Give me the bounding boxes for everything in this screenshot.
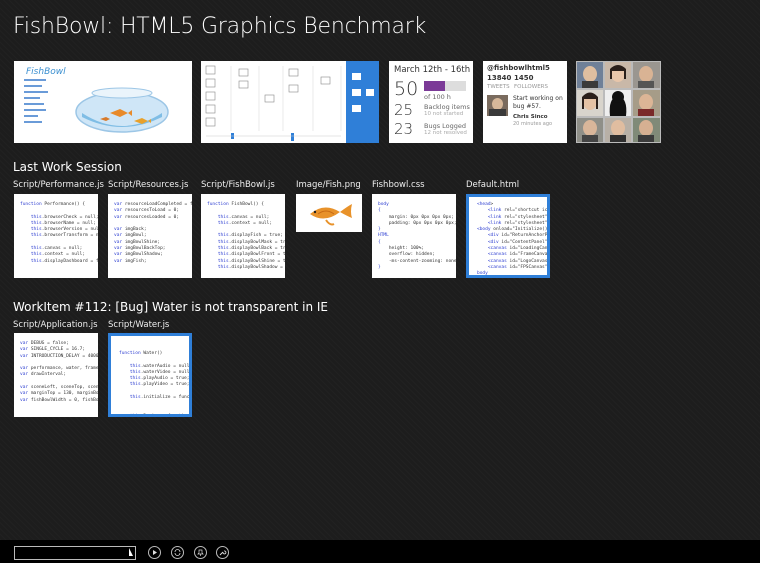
file-label-water: Script/Water.js xyxy=(108,320,170,330)
code-line: var INTRODUCTION_DELAY = 4000; xyxy=(20,353,98,359)
task-board-tile[interactable] xyxy=(201,61,379,143)
file-tile-water[interactable]: function Water() this.waterAudio = null;… xyxy=(108,333,192,417)
sprint-date-range: March 12th - 16th xyxy=(394,65,471,75)
file-label-application: Script/Application.js xyxy=(13,320,98,330)
code-line: var imgFish; xyxy=(114,258,147,264)
code-preview: function Water() this.waterAudio = null;… xyxy=(119,351,192,417)
tweet-time: 20 minutes ago xyxy=(513,121,553,127)
file-tile-default-html[interactable]: <head> <link rel="shortcut icon" <link r… xyxy=(466,194,550,278)
code-line: body xyxy=(477,271,488,277)
hours-of-label: of 100 h xyxy=(424,93,451,101)
play-button[interactable] xyxy=(148,546,161,559)
code-preview: function Performance() { this.browserChe… xyxy=(20,202,98,265)
play-icon xyxy=(153,550,157,555)
code-line: margin: 0px 0px 0px 0px; xyxy=(378,214,454,220)
fishbowl-app-tile[interactable]: FishBowl xyxy=(14,61,192,143)
file-label-fish-png: Image/Fish.png xyxy=(296,180,361,190)
file-label-default-html: Default.html xyxy=(466,180,520,190)
settings-button[interactable] xyxy=(216,546,229,559)
file-label-performance: Script/Performance.js xyxy=(13,180,104,190)
backlog-label: Backlog items xyxy=(424,103,470,111)
hours-value: 50 xyxy=(394,78,419,100)
backlog-value: 25 xyxy=(394,101,414,119)
pin-icon xyxy=(197,549,204,556)
followers-count: 1450 xyxy=(514,74,534,82)
fishbowl-image xyxy=(75,87,169,133)
code-line: this.displayBowlShadow = true; xyxy=(217,264,283,270)
code-line: } xyxy=(378,264,381,270)
sprint-stats-tile[interactable]: March 12th - 16th 50 of 100 h 25 Backlog… xyxy=(389,61,473,143)
backlog-sub: 10 not started xyxy=(424,111,464,117)
code-line: padding: 0px 0px 0px 0px; xyxy=(378,220,456,226)
tweet-status: Start working on bug #57. xyxy=(513,95,563,110)
pin-button[interactable] xyxy=(194,546,207,559)
file-label-fishbowl-css: Fishbowl.css xyxy=(372,180,425,190)
file-tile-application[interactable]: var DEBUG = false; var SINGLE_CYCLE = 16.… xyxy=(14,333,98,417)
page-title: FishBowl: HTML5 Graphics Benchmark xyxy=(13,14,427,39)
task-board-thumbnail xyxy=(205,61,379,143)
fishbowl-sidebar-links xyxy=(24,79,48,123)
hours-progress-fill xyxy=(424,81,445,91)
code-line: this.displayDashboard = false; xyxy=(30,258,98,264)
code-line: this.Resize = function () { xyxy=(129,413,190,417)
refresh-button[interactable] xyxy=(171,546,184,559)
file-label-resources: Script/Resources.js xyxy=(108,180,189,190)
bugs-sub: 12 not resolved xyxy=(424,130,467,136)
fish-image xyxy=(310,204,352,226)
twitter-tile[interactable]: @fishbowlhtml5 13840 TWEETS 1450 FOLLOWE… xyxy=(483,61,567,143)
code-line: var marginTop = 130, marginBottom; xyxy=(20,391,98,397)
code-preview: body{ margin: 0px 0px 0px 0px; padding: … xyxy=(378,202,456,271)
code-line: var fishBowlWidth = 0, fishBowlH; xyxy=(20,397,98,403)
team-photos-tile[interactable] xyxy=(576,61,661,143)
code-preview: function FishBowl() { this.canvas = null… xyxy=(207,202,285,271)
file-tile-resources[interactable]: var resourceLoadCompleted = false;var re… xyxy=(108,194,192,278)
refresh-icon xyxy=(174,549,181,556)
bugs-value: 23 xyxy=(394,120,414,138)
tweets-label: TWEETS xyxy=(487,84,510,90)
mouse-cursor-icon xyxy=(129,548,133,556)
code-preview: var DEBUG = false; var SINGLE_CYCLE = 16.… xyxy=(20,341,98,404)
wrench-icon xyxy=(219,550,227,556)
code-line: -ms-content-zooming: none; xyxy=(378,258,456,264)
file-label-fishbowl: Script/FishBowl.js xyxy=(201,180,275,190)
tweet-author: Chris Sinco xyxy=(513,114,548,120)
file-tile-fishbowl-css[interactable]: body{ margin: 0px 0px 0px 0px; padding: … xyxy=(372,194,456,278)
avatar xyxy=(487,95,508,116)
hours-progress-bar xyxy=(424,81,466,91)
last-work-session-heading: Last Work Session xyxy=(13,160,122,174)
code-line: this.playVideo = true; xyxy=(129,382,190,388)
code-line: this.initialize = function() xyxy=(129,395,192,401)
bugs-label: Bugs Logged xyxy=(424,122,467,130)
file-tile-fishbowl[interactable]: function FishBowl() { this.canvas = null… xyxy=(201,194,285,278)
workitem-heading: WorkItem #112: [Bug] Water is not transp… xyxy=(13,300,328,314)
tweets-count: 13840 xyxy=(487,74,512,82)
fishbowl-logo: FishBowl xyxy=(26,67,66,77)
team-photos-grid xyxy=(577,62,660,142)
followers-label: FOLLOWERS xyxy=(514,84,548,90)
code-preview: <head> <link rel="shortcut icon" <link r… xyxy=(477,202,547,277)
twitter-handle: @fishbowlhtml5 xyxy=(487,64,550,72)
code-preview: var resourceLoadCompleted = false;var re… xyxy=(114,202,192,265)
file-tile-fish-png[interactable] xyxy=(296,194,362,232)
file-tile-performance[interactable]: function Performance() { this.browserChe… xyxy=(14,194,98,278)
code-line: this.browserTransform = null; xyxy=(30,233,98,239)
url-input[interactable] xyxy=(14,546,136,560)
